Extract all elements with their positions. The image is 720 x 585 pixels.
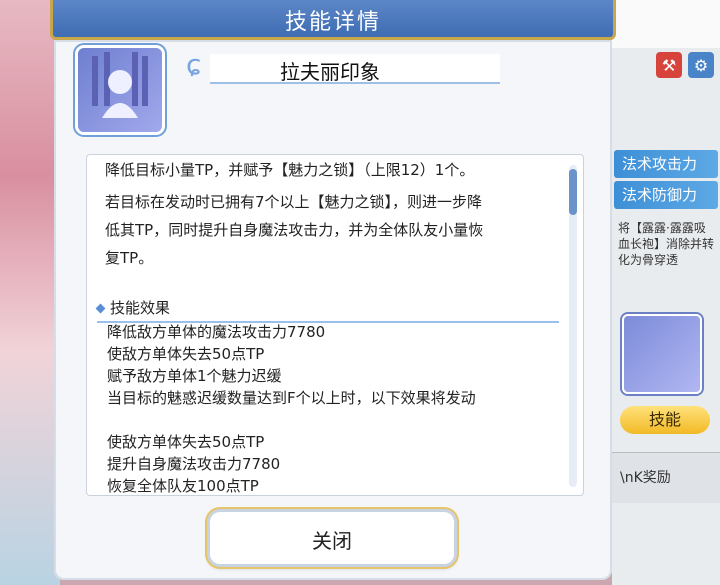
wrench-icon[interactable]: ⚒: [656, 52, 682, 78]
skill-detail-dialog: 技能详情 ɕ 拉夫丽印象 降低目标小量TP，并赋予【魅力之锁】（上限12）1个。…: [50, 0, 616, 585]
description-line: 若目标在发动时已拥有7个以上【魅力之锁】，则进一步降: [105, 193, 483, 211]
scrollbar-thumb[interactable]: [569, 169, 577, 215]
effect-item: 恢复全体队友100点TP: [107, 477, 259, 495]
effect-item: 提升自身魔法攻击力7780: [107, 455, 281, 473]
effect-item: 赋予敌方单体1个魅力迟缓: [107, 367, 282, 385]
skill-button[interactable]: 技能: [620, 406, 710, 434]
close-button[interactable]: 关闭: [210, 512, 454, 564]
effect-item: 使敌方单体失去50点TP: [107, 345, 265, 363]
description-line: 降低目标小量TP，并赋予【魅力之锁】（上限12）1个。: [105, 161, 475, 179]
skill-name: 拉夫丽印象: [280, 60, 380, 84]
effect-item: [107, 409, 547, 431]
reward-text: \nK奖励: [620, 470, 671, 486]
effect-item: 使敌方单体失去50点TP: [107, 433, 265, 451]
effects-title-text: 技能效果: [110, 299, 171, 317]
settings-icon[interactable]: ⚙: [688, 52, 714, 78]
side-note: 将【露露·露露吸血长袍】消除并转化为骨穿透: [618, 221, 715, 267]
skill-figure-icon: [92, 52, 148, 118]
swirl-ornament-icon: ɕ: [186, 48, 202, 81]
effects-section-title: 技能效果: [95, 297, 171, 318]
stat-label-magic-defense: 法术防御力: [614, 181, 718, 209]
skill-icon: [78, 48, 162, 132]
side-panel-top: [612, 0, 720, 48]
skill-description-box[interactable]: 降低目标小量TP，并赋予【魅力之锁】（上限12）1个。 若目标在发动时已拥有7个…: [86, 154, 584, 496]
dialog-title: 技能详情: [284, 10, 381, 35]
effect-item: 降低敌方单体的魔法攻击力7780: [107, 323, 326, 341]
description-line: 复TP。: [105, 249, 154, 267]
skill-card-icon[interactable]: [622, 314, 702, 394]
effect-item: 当目标的魅惑迟缓数量达到F个以上时，以下效果将发动: [107, 389, 476, 407]
diamond-bullet-icon: [95, 303, 106, 314]
description-line: 低其TP，同时提升自身魔法攻击力，并为全体队友小量恢: [105, 221, 484, 239]
effects-list: 降低敌方单体的魔法攻击力7780 使敌方单体失去50点TP 赋予敌方单体1个魅力…: [107, 321, 547, 495]
close-button-label: 关闭: [312, 529, 352, 553]
stat-label-magic-attack: 法术攻击力: [614, 150, 718, 178]
